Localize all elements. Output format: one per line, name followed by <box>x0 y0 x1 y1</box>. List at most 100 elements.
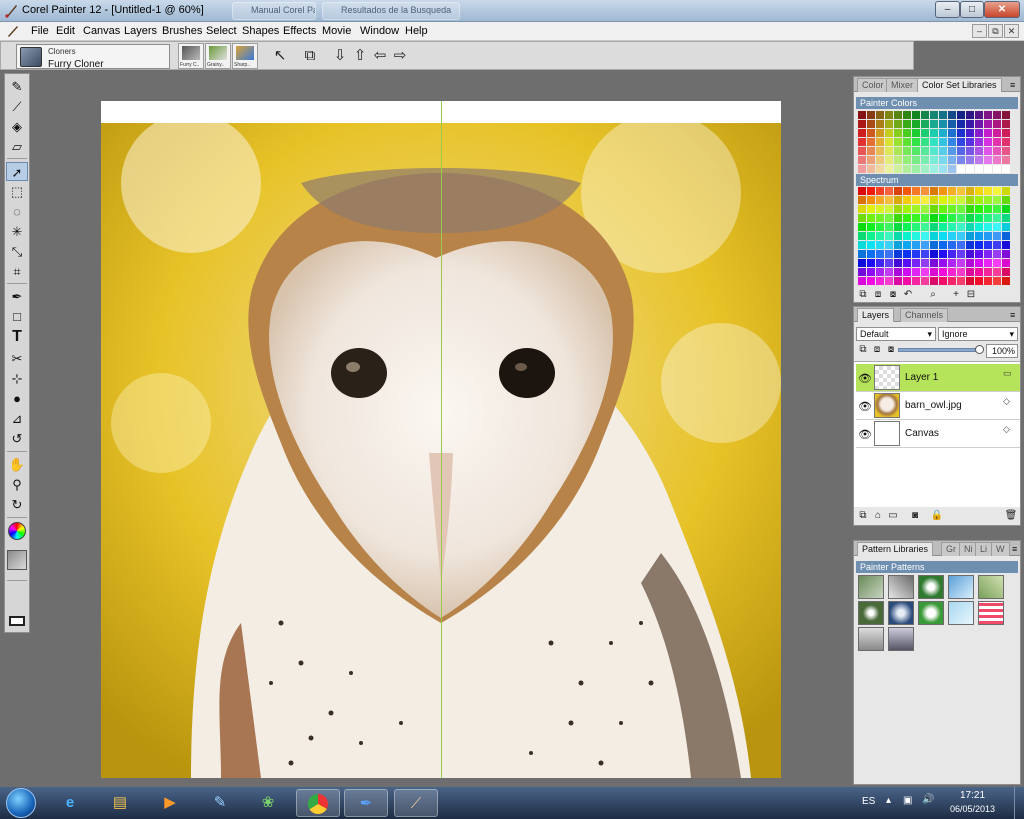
color-swatch[interactable] <box>984 214 992 222</box>
color-swatch[interactable] <box>966 241 974 249</box>
color-swatch[interactable] <box>984 165 992 173</box>
color-swatch[interactable] <box>867 147 875 155</box>
canvas[interactable] <box>101 101 781 778</box>
menu-brushes[interactable]: Brushes <box>162 25 202 37</box>
color-swatch[interactable] <box>912 187 920 195</box>
find-color-icon[interactable]: ⌕ <box>926 289 940 301</box>
color-swatch[interactable] <box>966 138 974 146</box>
color-swatch[interactable] <box>903 156 911 164</box>
media-selector-icon[interactable] <box>9 616 25 626</box>
color-swatch[interactable] <box>867 223 875 231</box>
color-swatch[interactable] <box>876 250 884 258</box>
color-swatch[interactable] <box>930 223 938 231</box>
color-swatch[interactable] <box>867 214 875 222</box>
color-swatch[interactable] <box>885 165 893 173</box>
color-swatch[interactable] <box>1002 223 1010 231</box>
painter-brush-icon[interactable]: ✒ <box>344 789 388 817</box>
color-swatch[interactable] <box>1002 129 1010 137</box>
grabber-tool-icon[interactable]: ✋ <box>6 455 28 474</box>
color-swatch[interactable] <box>939 232 947 240</box>
color-swatch[interactable] <box>1002 250 1010 258</box>
color-swatch[interactable] <box>930 196 938 204</box>
color-swatch[interactable] <box>966 250 974 258</box>
color-swatch[interactable] <box>930 147 938 155</box>
visibility-eye-icon[interactable]: 👁 <box>858 372 872 385</box>
color-swatch[interactable] <box>912 156 920 164</box>
color-swatch[interactable] <box>993 277 1001 285</box>
color-swatch[interactable] <box>1002 205 1010 213</box>
color-swatch[interactable] <box>903 250 911 258</box>
color-swatch[interactable] <box>948 205 956 213</box>
color-swatch[interactable] <box>948 138 956 146</box>
color-swatch[interactable] <box>948 120 956 128</box>
brush-tool-icon[interactable]: ✎ <box>6 77 28 96</box>
color-swatch[interactable] <box>867 187 875 195</box>
color-swatch[interactable] <box>858 223 866 231</box>
show-hidden-icons-icon[interactable]: ▴ <box>886 795 891 806</box>
menu-help[interactable]: Help <box>405 25 428 37</box>
color-swatch[interactable] <box>894 223 902 231</box>
color-swatch[interactable] <box>912 196 920 204</box>
pattern-swatch[interactable] <box>978 575 1004 599</box>
pattern-swatch[interactable] <box>948 601 974 625</box>
color-swatch[interactable] <box>966 214 974 222</box>
align-bottom-icon[interactable]: ⇩ <box>329 46 351 66</box>
color-swatch[interactable] <box>921 241 929 249</box>
doc-close-button[interactable]: ✕ <box>1004 24 1019 38</box>
color-swatch[interactable] <box>957 196 965 204</box>
color-swatch[interactable] <box>957 232 965 240</box>
pattern-swatch[interactable] <box>888 627 914 651</box>
color-swatch[interactable] <box>930 138 938 146</box>
color-swatch[interactable] <box>885 241 893 249</box>
color-swatch[interactable] <box>939 205 947 213</box>
color-swatch[interactable] <box>930 214 938 222</box>
mirror-painting-tool-icon[interactable]: ↺ <box>6 429 28 448</box>
color-swatch[interactable] <box>993 165 1001 173</box>
color-swatch[interactable] <box>957 187 965 195</box>
color-swatch[interactable] <box>876 156 884 164</box>
color-swatch[interactable] <box>912 129 920 137</box>
color-swatch[interactable] <box>966 232 974 240</box>
color-swatch[interactable] <box>867 156 875 164</box>
color-swatch[interactable] <box>912 232 920 240</box>
layer-row-canvas[interactable]: 👁 Canvas ◇ <box>856 420 1020 448</box>
color-swatch[interactable] <box>957 277 965 285</box>
close-button[interactable]: ✕ <box>984 1 1020 18</box>
color-swatch[interactable] <box>903 165 911 173</box>
internet-explorer-icon[interactable]: e <box>48 789 92 817</box>
tab-channels[interactable]: Channels <box>900 308 949 322</box>
delete-layer-icon[interactable]: 🗑 <box>1004 510 1018 522</box>
color-swatch[interactable] <box>939 138 947 146</box>
tab-layers[interactable]: Layers <box>857 308 895 322</box>
menu-file[interactable]: File <box>31 25 49 37</box>
doc-restore-button[interactable]: ⧉ <box>988 24 1003 38</box>
layer-row-barn-owl[interactable]: 👁 barn_owl.jpg ◇ <box>856 392 1020 420</box>
color-swatch[interactable] <box>957 259 965 267</box>
color-swatch[interactable] <box>894 268 902 276</box>
color-swatch[interactable] <box>876 277 884 285</box>
color-swatch[interactable] <box>858 111 866 119</box>
color-swatch[interactable] <box>921 214 929 222</box>
color-swatch[interactable] <box>894 120 902 128</box>
magnifier-tool-icon[interactable]: ⚲ <box>6 475 28 494</box>
color-swatch[interactable] <box>903 120 911 128</box>
color-swatch[interactable] <box>984 111 992 119</box>
preserve-select[interactable]: Ignore ▾ <box>938 327 1018 341</box>
lock-icon[interactable]: 🔒 <box>930 510 944 522</box>
recent-brush-2[interactable]: Grainy.. <box>205 43 231 69</box>
color-swatch[interactable] <box>1002 111 1010 119</box>
color-swatch[interactable] <box>858 138 866 146</box>
lock-layer-icon[interactable]: ⧇ <box>884 344 898 356</box>
color-swatch[interactable] <box>876 111 884 119</box>
color-swatch[interactable] <box>966 129 974 137</box>
color-swatch[interactable] <box>975 250 983 258</box>
rotate-page-tool-icon[interactable]: ↻ <box>6 495 28 514</box>
color-swatch[interactable] <box>867 165 875 173</box>
perspective-guides-tool-icon[interactable]: ⊿ <box>6 409 28 428</box>
pattern-swatch[interactable] <box>918 575 944 599</box>
color-swatch[interactable] <box>912 205 920 213</box>
color-swatch[interactable] <box>876 268 884 276</box>
color-swatch[interactable] <box>921 223 929 231</box>
color-swatch[interactable] <box>984 250 992 258</box>
color-swatch[interactable] <box>939 223 947 231</box>
